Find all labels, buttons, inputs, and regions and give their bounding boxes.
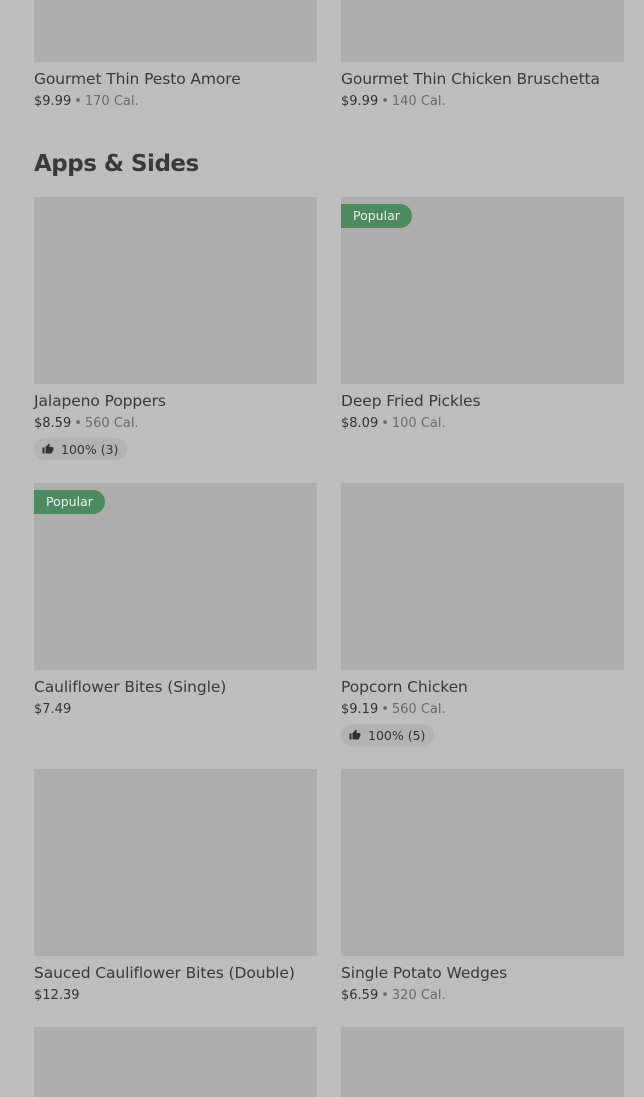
item-price: $8.09 bbox=[341, 416, 379, 431]
item-name: Cauliflower Bites (Single) bbox=[34, 678, 227, 696]
item-calories: 100 Cal. bbox=[391, 416, 446, 431]
menu-item-card[interactable] bbox=[341, 1027, 624, 1097]
item-price: $9.99 bbox=[341, 94, 379, 109]
menu-page: Gourmet Thin Pesto Amore $9.99 • 170 Cal. … bbox=[0, 0, 644, 1097]
rating-pill: 100% (3) bbox=[34, 438, 128, 460]
item-price: $7.49 bbox=[34, 702, 72, 717]
item-price: $9.19 bbox=[341, 702, 379, 717]
item-meta: $9.99 • 170 Cal. bbox=[34, 93, 317, 111]
item-price: $6.59 bbox=[341, 988, 379, 1003]
item-image[interactable]: Popular bbox=[341, 197, 624, 384]
menu-item-card[interactable]: Jalapeno Poppers $8.59 • 560 Cal. 100% (3) bbox=[34, 197, 317, 460]
item-price: $8.59 bbox=[34, 416, 72, 431]
item-meta: $9.99 • 140 Cal. bbox=[341, 93, 624, 111]
item-image[interactable] bbox=[34, 197, 317, 384]
rating-text: 100% (5) bbox=[368, 727, 426, 743]
item-image[interactable] bbox=[341, 1027, 624, 1097]
popular-badge: Popular bbox=[341, 204, 412, 228]
item-name: Single Potato Wedges bbox=[341, 964, 508, 982]
item-image[interactable] bbox=[34, 0, 317, 62]
separator-dot: • bbox=[74, 416, 82, 431]
rating-text: 100% (3) bbox=[61, 441, 119, 457]
item-name: Deep Fried Pickles bbox=[341, 392, 481, 410]
menu-item-card[interactable]: Gourmet Thin Pesto Amore $9.99 • 170 Cal. bbox=[34, 0, 317, 111]
item-meta: $6.59 • 320 Cal. bbox=[341, 987, 624, 1005]
item-meta: $9.19 • 560 Cal. bbox=[341, 701, 624, 719]
separator-dot: • bbox=[381, 416, 389, 431]
item-meta: $7.49 bbox=[34, 701, 317, 719]
item-calories: 560 Cal. bbox=[84, 416, 139, 431]
section-title: Apps & Sides bbox=[34, 151, 199, 177]
item-image[interactable] bbox=[341, 769, 624, 956]
separator-dot: • bbox=[381, 988, 389, 1003]
item-name: Jalapeno Poppers bbox=[34, 392, 166, 410]
menu-item-card[interactable] bbox=[34, 1027, 317, 1097]
item-image[interactable] bbox=[34, 769, 317, 956]
thumbs-up-icon bbox=[42, 443, 54, 454]
item-name: Popcorn Chicken bbox=[341, 678, 468, 696]
menu-item-card[interactable]: Popular Cauliflower Bites (Single) $7.49 bbox=[34, 483, 317, 719]
menu-item-card[interactable]: Single Potato Wedges $6.59 • 320 Cal. bbox=[341, 769, 624, 1005]
item-meta: $12.39 bbox=[34, 987, 317, 1005]
item-calories: 320 Cal. bbox=[391, 988, 446, 1003]
item-calories: 170 Cal. bbox=[84, 94, 139, 109]
item-price: $12.39 bbox=[34, 988, 80, 1003]
separator-dot: • bbox=[74, 94, 82, 109]
item-meta: $8.09 • 100 Cal. bbox=[341, 415, 624, 433]
thumbs-up-icon bbox=[349, 729, 361, 740]
separator-dot: • bbox=[381, 94, 389, 109]
menu-item-card[interactable]: Popcorn Chicken $9.19 • 560 Cal. 100% (5) bbox=[341, 483, 624, 746]
item-calories: 140 Cal. bbox=[391, 94, 446, 109]
item-name: Gourmet Thin Chicken Bruschetta bbox=[341, 70, 600, 88]
item-name: Gourmet Thin Pesto Amore bbox=[34, 70, 241, 88]
menu-item-card[interactable]: Gourmet Thin Chicken Bruschetta $9.99 • 14… bbox=[341, 0, 624, 111]
item-meta: $8.59 • 560 Cal. bbox=[34, 415, 317, 433]
rating-pill: 100% (5) bbox=[341, 724, 435, 746]
menu-item-card[interactable]: Sauced Cauliflower Bites (Double) $12.39 bbox=[34, 769, 317, 1005]
item-image[interactable] bbox=[341, 0, 624, 62]
item-image[interactable] bbox=[34, 1027, 317, 1097]
item-calories: 560 Cal. bbox=[391, 702, 446, 717]
menu-item-card[interactable]: Popular Deep Fried Pickles $8.09 • 100 Cal… bbox=[341, 197, 624, 433]
item-price: $9.99 bbox=[34, 94, 72, 109]
item-name: Sauced Cauliflower Bites (Double) bbox=[34, 964, 295, 982]
item-image[interactable] bbox=[341, 483, 624, 670]
item-image[interactable]: Popular bbox=[34, 483, 317, 670]
separator-dot: • bbox=[381, 702, 389, 717]
popular-badge: Popular bbox=[34, 490, 105, 514]
